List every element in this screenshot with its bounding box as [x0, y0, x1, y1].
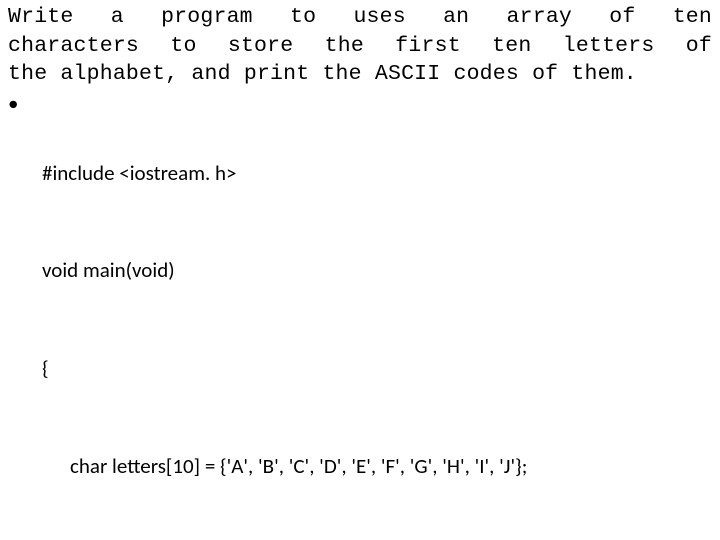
prompt-line-2: characters to store the first ten letter…	[8, 35, 712, 58]
prompt-line-3: the alphabet, and print the ASCII codes …	[8, 63, 712, 86]
code-line: void main(void)	[42, 254, 712, 287]
bullet-icon: •	[8, 89, 42, 117]
code-line: #include <iostream. h>	[42, 157, 712, 190]
slide: Write a program to uses an array of ten …	[0, 0, 720, 540]
prompt-line-1: Write a program to uses an array of ten	[8, 6, 712, 29]
code-block-row: • #include <iostream. h> void main(void)…	[8, 92, 712, 540]
code-line: {	[42, 352, 712, 385]
code-line: char letters[10] = {'A', 'B', 'C', 'D', …	[42, 450, 712, 483]
code-block: #include <iostream. h> void main(void) {…	[42, 92, 712, 540]
